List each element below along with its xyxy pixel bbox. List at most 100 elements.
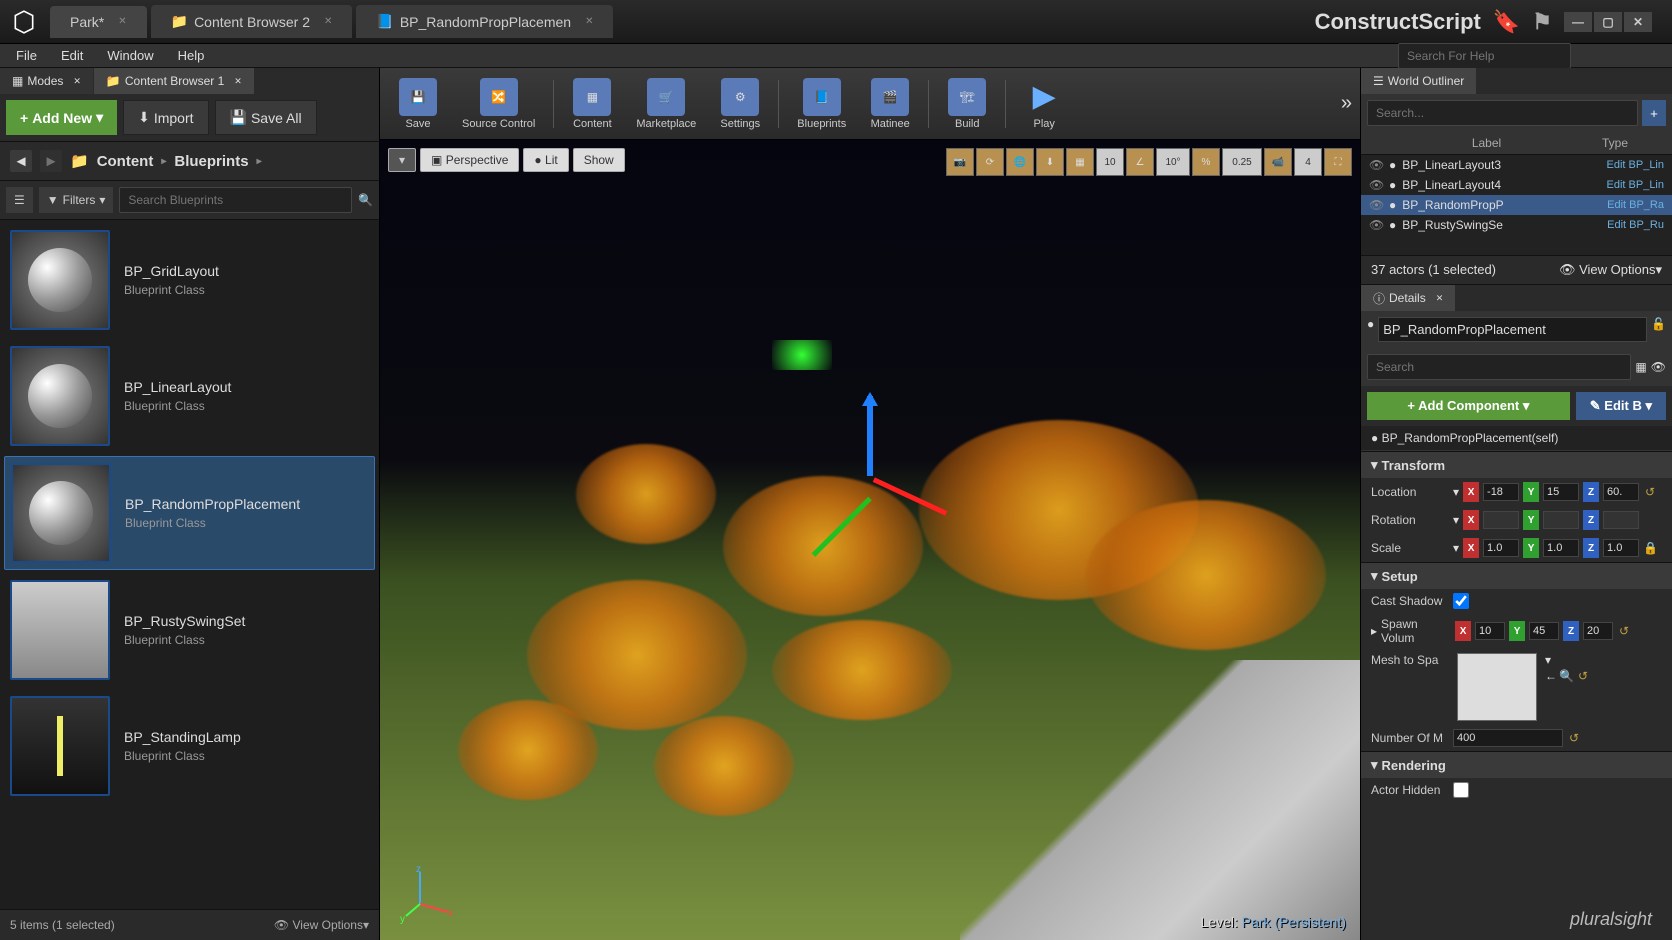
lit-button[interactable]: ● Lit [523, 148, 568, 172]
toolbar-overflow[interactable]: » [1341, 92, 1352, 115]
angle-snap-icon[interactable]: ∠ [1126, 148, 1154, 176]
spawn-z-input[interactable] [1583, 622, 1613, 640]
scale-y-input[interactable] [1543, 539, 1579, 557]
actor-hidden-checkbox[interactable] [1453, 782, 1469, 798]
scale-snap-icon[interactable]: % [1192, 148, 1220, 176]
filters-button[interactable]: ▼Filters▾ [39, 187, 114, 213]
outliner-row[interactable]: 👁●BP_LinearLayout3Edit BP_Lin [1361, 155, 1672, 175]
tab-modes[interactable]: ▦Modes✕ [0, 68, 93, 94]
reset-icon[interactable]: ↺ [1619, 624, 1633, 638]
asset-item[interactable]: BP_GridLayoutBlueprint Class [4, 224, 375, 336]
close-icon[interactable]: ✕ [585, 16, 593, 27]
camera-speed-icon[interactable]: 📹 [1264, 148, 1292, 176]
show-button[interactable]: Show [573, 148, 625, 172]
chevron-right-icon[interactable]: ▸ [161, 156, 166, 167]
menu-help[interactable]: Help [166, 44, 217, 67]
reset-icon[interactable]: ↺ [1645, 485, 1659, 499]
close-icon[interactable]: ✕ [324, 16, 332, 27]
scale-z-input[interactable] [1603, 539, 1639, 557]
scale-value[interactable]: 0.25 [1222, 148, 1262, 176]
section-setup[interactable]: ▾ Setup [1361, 562, 1672, 589]
tab-bp-random-prop[interactable]: 📘BP_RandomPropPlacemen✕ [356, 5, 613, 38]
edit-link[interactable]: Edit BP_Lin [1607, 159, 1664, 171]
eye-icon[interactable]: 👁 [1651, 360, 1666, 374]
grid-snap-icon[interactable]: ▦ [1066, 148, 1094, 176]
selected-actor-name[interactable] [1378, 317, 1647, 342]
close-icon[interactable]: ✕ [234, 76, 242, 87]
outliner-row[interactable]: 👁●BP_RandomPropPEdit BP_Ra [1361, 195, 1672, 215]
reset-icon[interactable]: ↺ [1569, 731, 1583, 745]
add-actor-button[interactable]: + [1642, 100, 1666, 126]
matrix-icon[interactable]: ▦ [1635, 360, 1646, 374]
tab-content-browser-1[interactable]: 📁Content Browser 1✕ [94, 68, 254, 94]
outliner-row[interactable]: 👁●BP_LinearLayout4Edit BP_Lin [1361, 175, 1672, 195]
location-y-input[interactable] [1543, 483, 1579, 501]
grid-size[interactable]: 10 [1096, 148, 1124, 176]
expand-icon[interactable]: ▸ [1371, 624, 1377, 638]
view-options-button[interactable]: 👁 View Options▾ [274, 918, 369, 932]
rotation-z-input[interactable] [1603, 511, 1639, 529]
camera-speed-value[interactable]: 4 [1294, 148, 1322, 176]
build-button[interactable]: 🏗Build [937, 74, 997, 134]
list-view-toggle[interactable]: ☰ [6, 187, 33, 213]
flag-icon[interactable]: ⚑ [1532, 9, 1552, 35]
close-icon[interactable]: ✕ [1436, 293, 1444, 304]
view-options-button[interactable]: 👁 View Options▾ [1559, 262, 1662, 278]
nav-forward-button[interactable]: ► [40, 150, 62, 172]
section-transform[interactable]: ▾ Transform [1361, 451, 1672, 478]
search-blueprints-input[interactable] [119, 187, 352, 213]
menu-window[interactable]: Window [95, 44, 165, 67]
menu-file[interactable]: File [4, 44, 49, 67]
rotation-y-input[interactable] [1543, 511, 1579, 529]
component-self[interactable]: ● BP_RandomPropPlacement(self) [1361, 426, 1672, 451]
asset-item[interactable]: BP_StandingLampBlueprint Class [4, 690, 375, 802]
surface-snap-icon[interactable]: ⬇ [1036, 148, 1064, 176]
edit-blueprint-button[interactable]: ✎ Edit B ▾ [1576, 392, 1666, 420]
blueprints-button[interactable]: 📘Blueprints [787, 74, 856, 134]
nav-back-button[interactable]: ◄ [10, 150, 32, 172]
reset-icon[interactable]: ↺ [1578, 669, 1592, 683]
viewport-menu[interactable]: ▾ [388, 148, 416, 172]
source-control-button[interactable]: 🔀Source Control [452, 74, 545, 134]
cast-shadow-checkbox[interactable] [1453, 593, 1469, 609]
lock-icon[interactable]: 🔓 [1651, 317, 1666, 342]
tab-details[interactable]: ⓘDetails✕ [1361, 285, 1455, 311]
eye-icon[interactable]: 👁 [1369, 178, 1383, 192]
dropdown-icon[interactable]: ▾ [1545, 653, 1592, 667]
eye-icon[interactable]: 👁 [1369, 198, 1383, 212]
number-of-meshes-input[interactable] [1453, 729, 1563, 747]
realtime-icon[interactable]: ⟳ [976, 148, 1004, 176]
spawn-y-input[interactable] [1529, 622, 1559, 640]
chevron-right-icon[interactable]: ▸ [257, 156, 262, 167]
column-type[interactable]: Type [1602, 136, 1662, 150]
mesh-thumbnail[interactable] [1457, 653, 1537, 721]
import-button[interactable]: ⬇Import [123, 100, 208, 135]
globe-icon[interactable]: 🌐 [1006, 148, 1034, 176]
asset-item[interactable]: BP_LinearLayoutBlueprint Class [4, 340, 375, 452]
edit-link[interactable]: Edit BP_Ru [1607, 219, 1664, 231]
perspective-button[interactable]: ▣ Perspective [420, 148, 519, 172]
marketplace-button[interactable]: 🛒Marketplace [626, 74, 706, 134]
close-icon[interactable]: ✕ [118, 16, 126, 27]
scale-x-input[interactable] [1483, 539, 1519, 557]
content-button[interactable]: ▦Content [562, 74, 622, 134]
bookmark-icon[interactable]: 🔖 [1493, 9, 1520, 35]
search-help-input[interactable] [1398, 43, 1571, 69]
window-close[interactable]: ✕ [1624, 12, 1652, 32]
save-button[interactable]: 💾Save [388, 74, 448, 134]
save-all-button[interactable]: 💾Save All [215, 100, 317, 135]
asset-item[interactable]: BP_RandomPropPlacementBlueprint Class [4, 456, 375, 570]
window-minimize[interactable]: — [1564, 12, 1592, 32]
use-selected-icon[interactable]: ← [1545, 669, 1557, 683]
outliner-row[interactable]: 👁●BP_RustySwingSeEdit BP_Ru [1361, 215, 1672, 235]
lock-scale-icon[interactable]: 🔒 [1643, 541, 1658, 555]
column-label[interactable]: Label [1371, 136, 1602, 150]
maximize-viewport-icon[interactable]: ⛶ [1324, 148, 1352, 176]
eye-icon[interactable]: 👁 [1369, 218, 1383, 232]
edit-link[interactable]: Edit BP_Lin [1607, 179, 1664, 191]
tab-world-outliner[interactable]: ☰World Outliner [1361, 68, 1476, 94]
section-rendering[interactable]: ▾ Rendering [1361, 751, 1672, 778]
game-view-icon[interactable]: 📷 [946, 148, 974, 176]
angle-value[interactable]: 10° [1156, 148, 1190, 176]
matinee-button[interactable]: 🎬Matinee [860, 74, 920, 134]
